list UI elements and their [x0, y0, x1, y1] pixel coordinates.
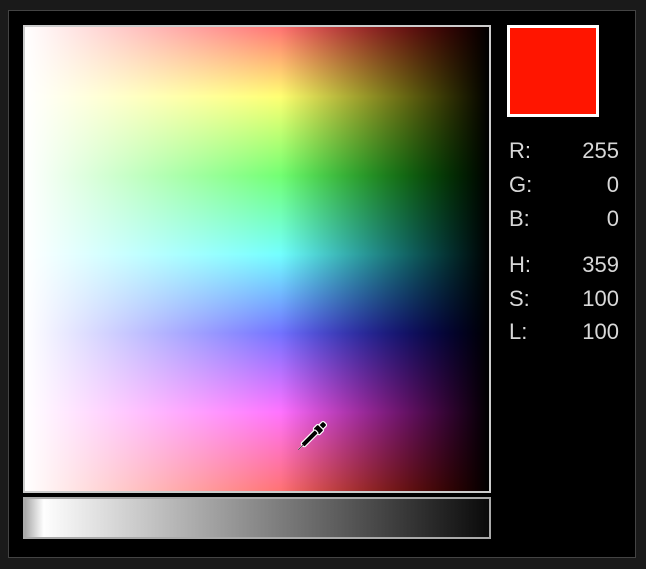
s-label: S: — [509, 283, 545, 315]
l-value: 100 — [545, 316, 619, 348]
hsl-block: H: 359 S: 100 L: 100 — [509, 249, 619, 349]
readout-r: R: 255 — [509, 135, 619, 167]
readout-s: S: 100 — [509, 283, 619, 315]
h-label: H: — [509, 249, 545, 281]
r-label: R: — [509, 135, 545, 167]
picker-left-column — [23, 25, 491, 543]
grayscale-slider[interactable] — [23, 497, 491, 539]
b-value: 0 — [545, 203, 619, 235]
readout-l: L: 100 — [509, 316, 619, 348]
rgb-block: R: 255 G: 0 B: 0 — [509, 135, 619, 235]
b-label: B: — [509, 203, 545, 235]
readout-g: G: 0 — [509, 169, 619, 201]
readout-b: B: 0 — [509, 203, 619, 235]
r-value: 255 — [545, 135, 619, 167]
readout-h: H: 359 — [509, 249, 619, 281]
l-label: L: — [509, 316, 545, 348]
h-value: 359 — [545, 249, 619, 281]
spectrum-frame — [23, 25, 491, 493]
g-label: G: — [509, 169, 545, 201]
current-color-swatch — [507, 25, 599, 117]
color-readout: R: 255 G: 0 B: 0 H: 359 S: — [507, 135, 619, 348]
g-value: 0 — [545, 169, 619, 201]
s-value: 100 — [545, 283, 619, 315]
color-spectrum[interactable] — [25, 27, 489, 491]
picker-right-column: R: 255 G: 0 B: 0 H: 359 S: — [507, 25, 619, 543]
color-picker-panel: R: 255 G: 0 B: 0 H: 359 S: — [8, 10, 636, 558]
